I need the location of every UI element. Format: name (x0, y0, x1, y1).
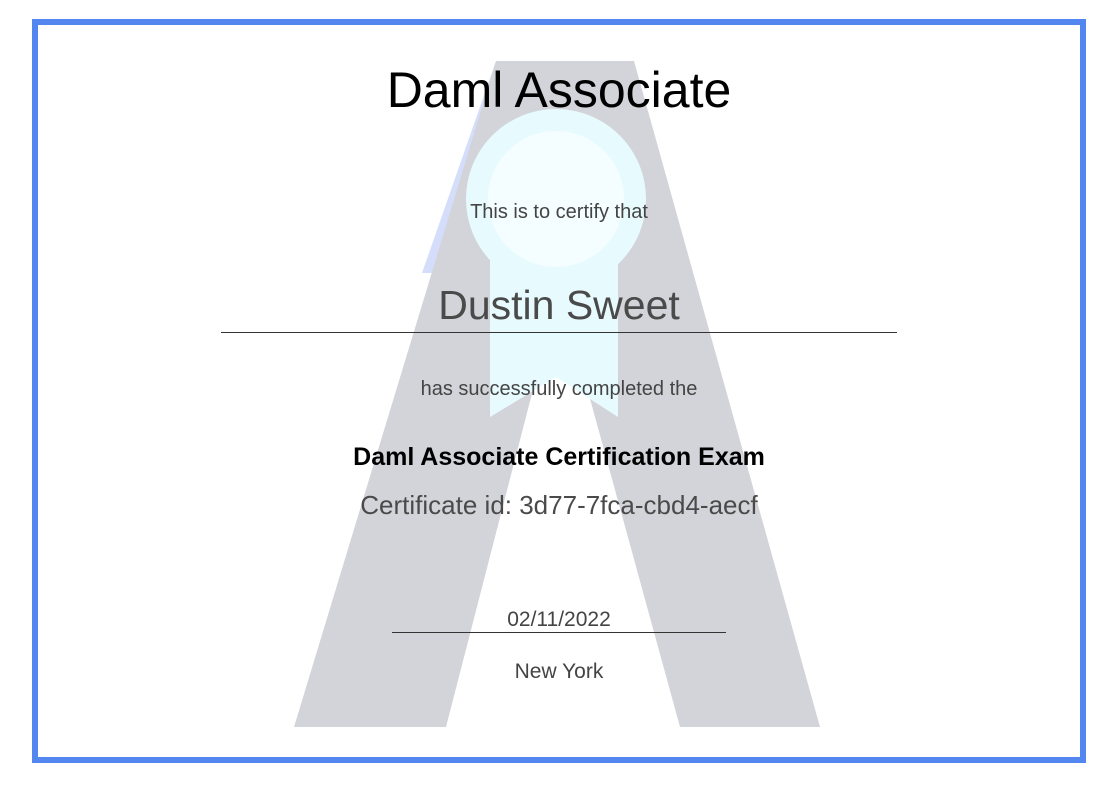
date-underline (392, 632, 726, 633)
exam-name: Daml Associate Certification Exam (353, 443, 765, 471)
certificate-id: Certificate id: 3d77-7fca-cbd4-aecf (360, 490, 758, 520)
certify-text: This is to certify that (470, 201, 648, 223)
certificate-location: New York (514, 660, 604, 683)
recipient-name: Dustin Sweet (438, 282, 680, 328)
certificate-title: Daml Associate (386, 62, 732, 118)
certificate: Daml Associate This is to certify that D… (32, 19, 1086, 763)
completed-text: has successfully completed the (420, 378, 698, 400)
recipient-underline (221, 332, 897, 333)
certificate-date: 02/11/2022 (507, 608, 611, 631)
